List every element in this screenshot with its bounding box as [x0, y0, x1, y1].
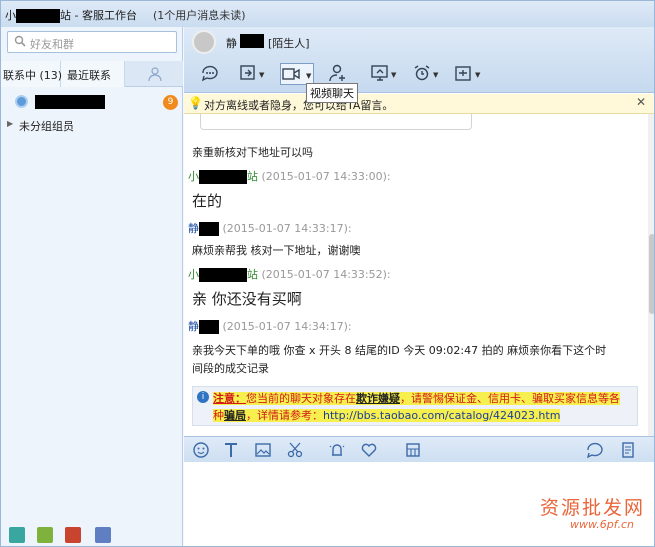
store-icon[interactable] — [65, 527, 81, 543]
add-contact-icon[interactable] — [147, 66, 163, 82]
redacted-name — [240, 34, 264, 48]
history-icon[interactable] — [620, 441, 638, 459]
message-text: 在的 — [192, 192, 223, 210]
warning-link[interactable]: http://bbs.taobao.com/catalog/424023.htm — [323, 409, 560, 422]
heart-icon[interactable] — [360, 441, 378, 459]
bottom-toolbar — [1, 525, 183, 546]
add-person-icon — [329, 64, 345, 82]
redacted-name — [199, 170, 247, 184]
video-chat-button[interactable]: ▼ — [280, 63, 314, 85]
chevron-down-icon: ▼ — [391, 71, 397, 79]
input-toolbar — [184, 436, 654, 462]
message-text: 麻烦亲帮我 核对一下地址，谢谢噢 — [192, 244, 361, 257]
message-time: (2015-01-07 14:33:17): — [219, 222, 352, 235]
avatar — [15, 95, 28, 108]
message-time: (2015-01-07 14:33:00): — [258, 170, 391, 183]
message-text: 亲我今天下单的哦 你查 x 开头 8 结尾的ID 今天 09:02:47 拍的 … — [192, 344, 607, 357]
apps-icon — [455, 66, 471, 81]
contact-panel: 好友和群 联系中 (13) 最近联系 9 ▶ 未分组组员 — [1, 27, 183, 546]
search-icon — [14, 35, 26, 47]
font-icon[interactable] — [222, 441, 240, 459]
search-placeholder: 好友和群 — [30, 38, 74, 51]
alarm-button[interactable]: ▼ — [412, 63, 439, 85]
offline-notice: 💡 对方离线或者隐身，您可以给TA留言。 ✕ — [184, 94, 654, 114]
emoji-icon[interactable] — [192, 441, 210, 459]
message-text: 亲重新核对下地址可以吗 — [192, 146, 313, 159]
message-text: 间段的成交记录 — [192, 362, 269, 375]
tooltip-video-chat: 视频聊天 — [306, 83, 358, 103]
stranger-tag: [陌生人] — [268, 37, 310, 50]
unread-notice[interactable]: (1个用户消息未读) — [153, 7, 246, 23]
chevron-down-icon: ▼ — [433, 71, 439, 79]
message-card — [200, 114, 472, 130]
title-bar: 小站 - 客服工作台 (1个用户消息未读) — [1, 1, 654, 27]
scissors-icon[interactable] — [286, 441, 304, 459]
unread-badge: 9 — [163, 95, 178, 110]
group-label: 未分组组员 — [19, 120, 74, 133]
image-icon[interactable] — [254, 441, 272, 459]
message-text: 亲 你还没有买啊 — [192, 290, 302, 308]
shake-icon[interactable] — [328, 441, 346, 459]
notice-text: 对方离线或者隐身，您可以给TA留言。 — [204, 99, 394, 112]
voice-call-button[interactable] — [200, 63, 224, 85]
message-sender: 静 (2015-01-07 14:34:17): — [188, 320, 352, 334]
chat-window: 小站 - 客服工作台 (1个用户消息未读) 好友和群 联系中 (13) 最近联系… — [0, 0, 655, 547]
chevron-down-icon: ▼ — [475, 71, 481, 79]
video-icon — [282, 68, 300, 80]
avatar[interactable] — [192, 30, 216, 54]
add-person-button[interactable] — [328, 63, 352, 85]
list-item[interactable]: 9 — [1, 91, 183, 113]
emoji-call-icon — [201, 65, 218, 82]
contact-tabs: 联系中 (13) 最近联系 — [1, 61, 183, 87]
fraud-warning: i 注意：您当前的聊天对象存在欺诈嫌疑，请警惕保证金、信用卡、骗取买家信息等各 … — [192, 386, 638, 426]
message-sender: 小站 (2015-01-07 14:33:00): — [188, 170, 391, 184]
message-time: (2015-01-07 14:33:52): — [258, 268, 391, 281]
watermark-url: www.6pf.cn — [570, 518, 634, 531]
app-icon[interactable] — [9, 527, 25, 543]
message-time: (2015-01-07 14:34:17): — [219, 320, 352, 333]
screen-share-icon — [371, 65, 388, 81]
chat-toolbar: ▼ ▼ ▼ ▼ ▼ — [184, 57, 654, 93]
scrollbar[interactable] — [648, 114, 654, 436]
message-sender: 静 (2015-01-07 14:33:17): — [188, 222, 352, 236]
book-icon[interactable] — [95, 527, 111, 543]
alarm-icon — [414, 65, 430, 81]
info-icon: i — [197, 391, 209, 403]
window-title: 小站 - 客服工作台 — [5, 9, 137, 23]
redacted-name — [35, 95, 105, 109]
message-list: 亲重新核对下地址可以吗 小站 (2015-01-07 14:33:00): 在的… — [184, 114, 648, 436]
chat-panel: 静 [陌生人] ▼ ▼ ▼ ▼ ▼ 视频聊天 💡 对方离线或者隐身，您可以给TA… — [184, 27, 654, 546]
watermark-logo: 资源批发网 — [540, 497, 646, 519]
tab-contacts-label: 联系中 (13) — [3, 69, 63, 82]
transfer-icon — [240, 65, 255, 80]
message-sender: 小站 (2015-01-07 14:33:52): — [188, 268, 391, 282]
chevron-down-icon: ▼ — [259, 71, 265, 79]
tab-recent-label: 最近联系 — [67, 69, 111, 82]
search-input[interactable]: 好友和群 — [7, 31, 177, 53]
redacted-name — [199, 320, 219, 334]
warning-line-1: 注意：您当前的聊天对象存在欺诈嫌疑，请警惕保证金、信用卡、骗取买家信息等各 — [213, 392, 620, 405]
group-item[interactable]: ▶ 未分组组员 — [1, 115, 183, 135]
close-icon[interactable]: ✕ — [636, 95, 646, 109]
warning-line-2: 种骗局，详情请参考：http://bbs.taobao.com/catalog/… — [213, 409, 561, 422]
quick-reply-icon[interactable] — [586, 441, 604, 459]
bulb-icon: 💡 — [188, 96, 203, 110]
chevron-down-icon: ▼ — [306, 72, 312, 80]
folder-icon[interactable] — [37, 527, 53, 543]
chat-header: 静 [陌生人] — [184, 27, 654, 57]
screen-share-button[interactable]: ▼ — [370, 63, 397, 85]
contact-name: 静 — [226, 37, 237, 50]
redacted-name — [16, 9, 60, 23]
chevron-right-icon: ▶ — [7, 119, 14, 128]
save-icon[interactable] — [404, 441, 422, 459]
redacted-name — [199, 222, 219, 236]
apps-button[interactable]: ▼ — [454, 63, 481, 85]
transfer-button[interactable]: ▼ — [238, 63, 265, 85]
redacted-name — [199, 268, 247, 282]
scrollbar-thumb[interactable] — [649, 234, 654, 314]
